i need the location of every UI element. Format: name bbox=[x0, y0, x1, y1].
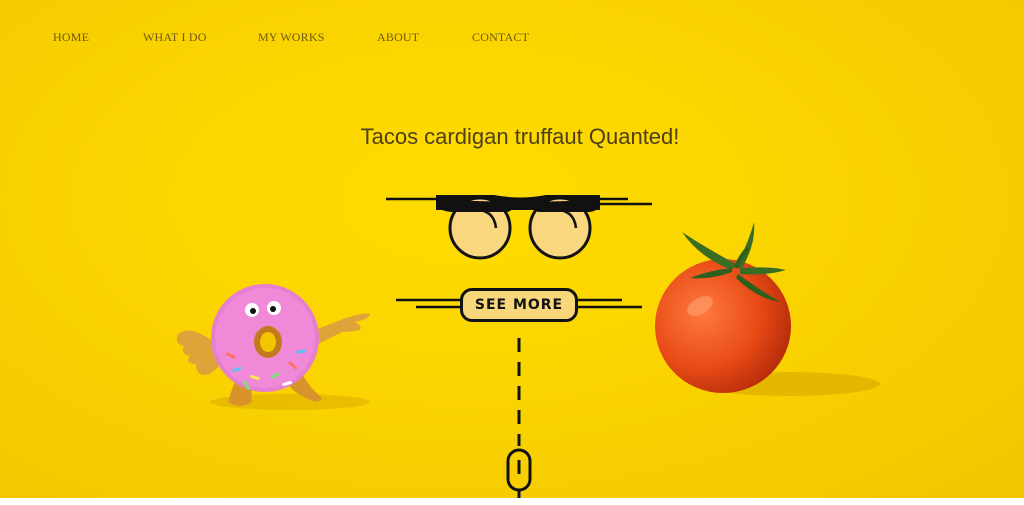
hero-tagline: Tacos cardigan truffaut Quanted! bbox=[360, 124, 680, 149]
page-bottom-strip bbox=[0, 498, 1024, 505]
main-nav: HOME WHAT I DO MY WORKS ABOUT CONTACT bbox=[0, 30, 1024, 48]
nav-home[interactable]: HOME bbox=[53, 30, 89, 45]
nav-contact[interactable]: CONTACT bbox=[472, 30, 529, 45]
tomato-figure bbox=[655, 222, 880, 396]
scroll-mouse-icon[interactable] bbox=[504, 334, 534, 498]
hero-section: HOME WHAT I DO MY WORKS ABOUT CONTACT Ta… bbox=[0, 0, 1024, 498]
nav-about[interactable]: ABOUT bbox=[377, 30, 419, 45]
nav-my-works[interactable]: MY WORKS bbox=[258, 30, 325, 45]
donut-figure bbox=[176, 284, 370, 410]
see-more-button[interactable]: SEE MORE bbox=[460, 288, 578, 322]
glasses-icon bbox=[386, 195, 652, 260]
nav-what-i-do[interactable]: WHAT I DO bbox=[143, 30, 207, 45]
